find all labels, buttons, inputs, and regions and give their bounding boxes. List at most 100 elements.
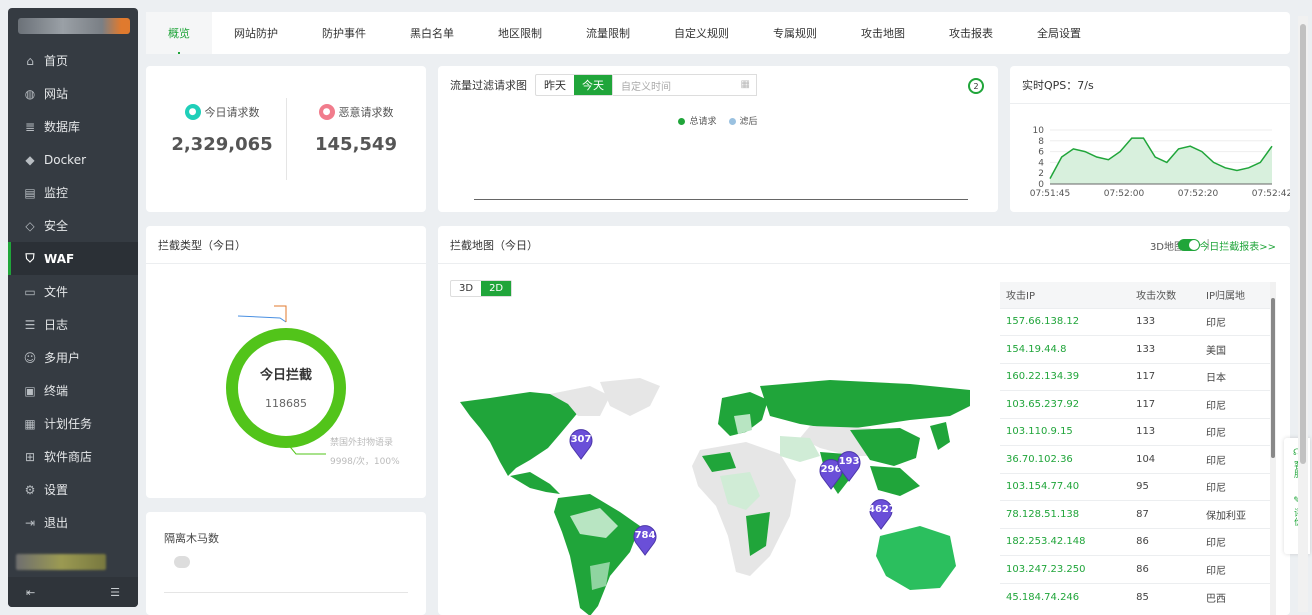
trojan-toggle[interactable]: [174, 556, 190, 568]
attack-ip: 103.247.23.250: [1000, 555, 1131, 583]
table-row[interactable]: 45.184.74.246 85 巴西: [1000, 582, 1270, 611]
map-marker[interactable]: 193: [836, 450, 862, 482]
refresh-countdown[interactable]: 2: [968, 78, 984, 94]
tab-1[interactable]: 网站防护: [212, 12, 300, 54]
globe-icon: ◍: [24, 86, 36, 101]
sidebar-item-waf-shield[interactable]: ⛉ WAF: [8, 242, 138, 275]
today-requests-label: 今日请求数: [204, 106, 260, 119]
table-row[interactable]: 154.19.44.8 133 美国: [1000, 335, 1270, 363]
table-row[interactable]: 36.70.102.36 104 印尼: [1000, 445, 1270, 473]
x-tick-label: 07:51:45: [1030, 189, 1070, 199]
today-button[interactable]: 今天: [574, 75, 612, 95]
table-row[interactable]: 157.66.138.12 133 印尼: [1000, 307, 1270, 336]
map-title: 拦截地图（今日）: [450, 238, 538, 252]
x-tick-label: 07:52:20: [1178, 189, 1219, 199]
donut-center-label: 今日拦截: [259, 367, 312, 383]
sidebar-item-gear[interactable]: ⚙ 设置: [8, 473, 138, 506]
brand-logo: [8, 8, 138, 44]
table-row[interactable]: 103.110.9.15 113 印尼: [1000, 417, 1270, 446]
table-scrollbar[interactable]: [1270, 282, 1276, 615]
tab-5[interactable]: 流量限制: [564, 12, 652, 54]
tab-8[interactable]: 攻击地图: [839, 12, 927, 54]
collapse-icon[interactable]: ⇤: [26, 586, 35, 599]
map-3d-toggle[interactable]: [1178, 239, 1200, 251]
sidebar-item-home[interactable]: ⌂ 首页: [8, 44, 138, 77]
attack-count: 117: [1130, 362, 1201, 391]
attack-count: 87: [1130, 500, 1201, 528]
tab-9[interactable]: 攻击报表: [927, 12, 1015, 54]
ip-table-header[interactable]: 攻击IP: [1000, 282, 1131, 308]
attack-ip: 157.66.138.12: [1000, 307, 1131, 336]
user-avatar[interactable]: [8, 545, 138, 579]
map-marker[interactable]: 784: [632, 524, 658, 556]
table-row[interactable]: 103.247.23.250 86 印尼: [1000, 555, 1270, 583]
marker-count: 193: [838, 456, 860, 467]
sidebar-footer: ⇤ ☰: [8, 577, 138, 607]
today-report-link[interactable]: 今日拦截报表>>: [1199, 238, 1276, 253]
map-marker[interactable]: 4627: [868, 498, 896, 530]
tab-6[interactable]: 自定义规则: [652, 12, 751, 54]
ip-location: 印尼: [1200, 445, 1270, 473]
tab-2[interactable]: 防护事件: [300, 12, 388, 54]
table-row[interactable]: 103.65.237.92 117 印尼: [1000, 390, 1270, 418]
attack-ip: 78.128.51.138: [1000, 500, 1131, 528]
sidebar-item-label: 退出: [44, 516, 69, 530]
tab-4[interactable]: 地区限制: [476, 12, 564, 54]
qps-title: 实时QPS：7/s: [1022, 78, 1094, 92]
users-icon: ☺: [23, 350, 37, 365]
ip-table-header[interactable]: 攻击次数: [1130, 282, 1201, 308]
label-line-blue: [237, 315, 287, 323]
tab-0[interactable]: 概览: [146, 12, 212, 54]
sidebar-item-folder[interactable]: ▭ 文件: [8, 275, 138, 308]
intercept-type-card: 拦截类型（今日） 今日拦截 118685 禁国外封物语录 9998/次，100%: [146, 226, 426, 498]
traffic-filter-card: 流量过滤请求图 昨天 今天 自定义时间 ▦ 2 总请求 滤后: [438, 66, 998, 212]
custom-date-input[interactable]: 自定义时间 ▦: [613, 74, 757, 96]
label-line-orange: [274, 305, 287, 322]
sidebar-item-terminal[interactable]: ▣ 终端: [8, 374, 138, 407]
ip-location: 印尼: [1200, 417, 1270, 446]
attack-count: 85: [1130, 582, 1201, 611]
table-row[interactable]: 78.128.51.138 87 保加利亚: [1000, 500, 1270, 528]
sidebar-item-globe[interactable]: ◍ 网站: [8, 77, 138, 110]
tab-10[interactable]: 全局设置: [1015, 12, 1103, 54]
ip-location: 印尼: [1200, 555, 1270, 583]
tab-3[interactable]: 黑白名单: [388, 12, 476, 54]
table-row[interactable]: 182.253.42.148 86 印尼: [1000, 527, 1270, 556]
attack-count: 133: [1130, 307, 1201, 336]
attack-ip: 103.65.237.92: [1000, 390, 1131, 418]
table-row[interactable]: 160.22.134.39 117 日本: [1000, 362, 1270, 391]
sidebar-item-database[interactable]: ≣ 数据库: [8, 110, 138, 143]
ip-table-header[interactable]: IP归属地: [1200, 282, 1270, 308]
menu-icon[interactable]: ☰: [110, 586, 120, 599]
sidebar-item-logout[interactable]: ⇥ 退出: [8, 506, 138, 539]
page-scrollbar[interactable]: [1298, 16, 1308, 612]
sidebar-item-monitor[interactable]: ▤ 监控: [8, 176, 138, 209]
mode-3d-button[interactable]: 3D: [451, 281, 481, 296]
mode-2d-button[interactable]: 2D: [481, 281, 512, 296]
date-range-group: 昨天 今天: [535, 74, 613, 96]
sidebar-item-label: 软件商店: [44, 450, 93, 464]
map-marker[interactable]: 307: [568, 428, 594, 460]
sidebar-item-shield[interactable]: ◇ 安全: [8, 209, 138, 242]
table-row[interactable]: 103.154.77.40 95 印尼: [1000, 472, 1270, 501]
sidebar-item-calendar[interactable]: ▦ 计划任务: [8, 407, 138, 440]
home-icon: ⌂: [26, 53, 34, 68]
logout-icon: ⇥: [24, 515, 36, 530]
sidebar-item-log[interactable]: ☰ 日志: [8, 308, 138, 341]
sidebar: ⌂ 首页 ◍ 网站 ≣ 数据库 ◆ Docker ▤ 监控 ◇ 安全 ⛉ WAF ▭ 文件 ☰ 日志 ☺ 多用户 ▣ 终端…: [8, 8, 138, 607]
tab-7[interactable]: 专属规则: [751, 12, 839, 54]
sidebar-item-users[interactable]: ☺ 多用户: [8, 341, 138, 374]
map-mode-group: 3D 2D: [450, 280, 513, 297]
slice-detail: 9998/次，100%: [330, 455, 400, 467]
yesterday-button[interactable]: 昨天: [536, 75, 574, 95]
world-map[interactable]: [450, 376, 1010, 615]
sidebar-item-apps[interactable]: ⊞ 软件商店: [8, 440, 138, 473]
apps-icon: ⊞: [24, 449, 36, 464]
malicious-requests-label: 恶意请求数: [338, 106, 394, 119]
folder-icon: ▭: [24, 284, 36, 299]
ip-location: 保加利亚: [1200, 500, 1270, 528]
y-tick-label: 2: [1038, 169, 1044, 179]
y-tick-label: 8: [1038, 137, 1044, 147]
sidebar-item-docker[interactable]: ◆ Docker: [8, 143, 138, 176]
calendar-icon: ▦: [740, 79, 750, 90]
